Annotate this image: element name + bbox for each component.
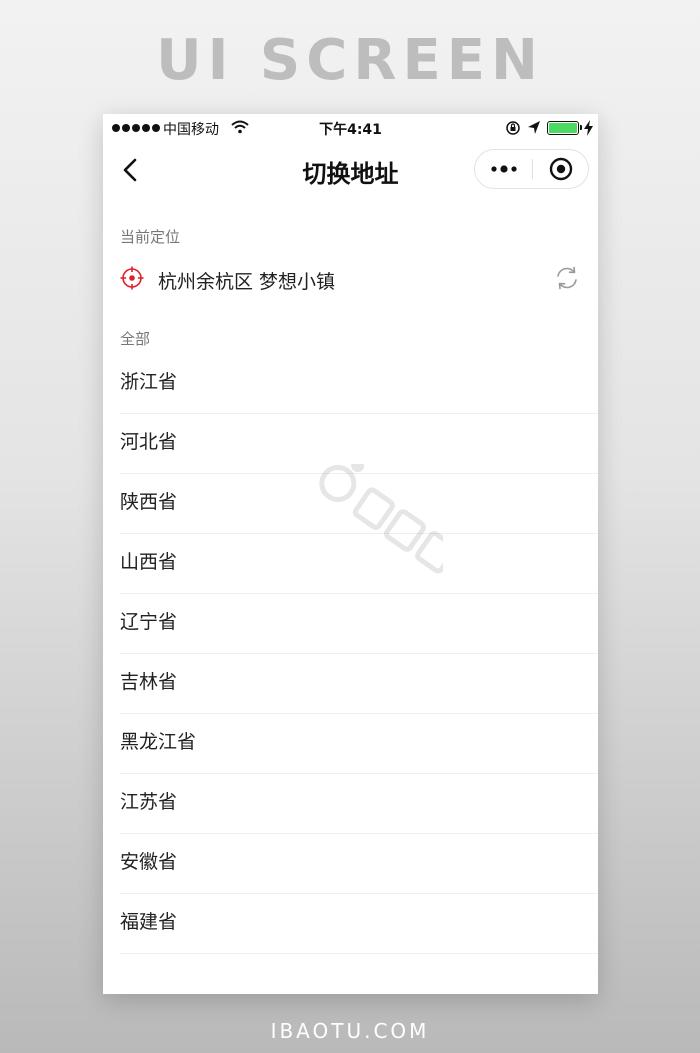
- refresh-location-button[interactable]: [553, 264, 581, 292]
- target-close-icon: [549, 157, 573, 181]
- current-location-label: 当前定位: [120, 228, 181, 246]
- province-name: 河北省: [120, 431, 178, 453]
- province-name: 山西省: [120, 551, 178, 573]
- charging-icon: [584, 120, 593, 136]
- province-name: 陕西省: [120, 491, 178, 513]
- province-item[interactable]: 辽宁省: [120, 594, 598, 654]
- province-item[interactable]: 江苏省: [120, 774, 598, 834]
- phone-screen: 中国移动 下午4:41 切换地址 当前定位 杭州余杭区 梦想小镇 全部 浙江省 …: [103, 114, 598, 994]
- province-item[interactable]: 安徽省: [120, 834, 598, 894]
- province-item[interactable]: 河北省: [120, 414, 598, 474]
- back-button[interactable]: [115, 154, 147, 186]
- rotation-lock-icon: [506, 121, 520, 135]
- battery-icon: [547, 121, 582, 135]
- province-name: 辽宁省: [120, 611, 178, 633]
- province-list: 浙江省 河北省 陕西省 山西省 辽宁省 吉林省 黑龙江省 江苏省 安徽省 福建省: [103, 354, 598, 954]
- province-item[interactable]: 陕西省: [120, 474, 598, 534]
- poster-footer: IBAOTU.COM: [270, 1019, 430, 1043]
- refresh-icon: [557, 266, 577, 290]
- poster-title: UI SCREEN: [156, 28, 544, 93]
- location-arrow-icon: [528, 121, 540, 134]
- province-name: 浙江省: [120, 371, 178, 393]
- crosshair-icon: [120, 266, 144, 290]
- more-dots-icon: [490, 165, 517, 173]
- status-bar: 中国移动 下午4:41: [103, 114, 598, 142]
- mini-program-capsule: [474, 149, 589, 189]
- province-name: 江苏省: [120, 791, 178, 813]
- current-location-text: 杭州余杭区 梦想小镇: [158, 271, 336, 293]
- province-name: 黑龙江省: [120, 731, 197, 753]
- current-location-row[interactable]: 杭州余杭区 梦想小镇: [103, 258, 598, 298]
- province-name: 安徽省: [120, 851, 178, 873]
- chevron-left-icon: [123, 158, 137, 182]
- province-item[interactable]: 福建省: [120, 894, 598, 954]
- province-item[interactable]: 浙江省: [120, 354, 598, 414]
- close-button[interactable]: [533, 150, 589, 188]
- province-item[interactable]: 山西省: [120, 534, 598, 594]
- more-button[interactable]: [475, 150, 532, 188]
- province-item[interactable]: 吉林省: [120, 654, 598, 714]
- province-item[interactable]: 黑龙江省: [120, 714, 598, 774]
- status-time: 下午4:41: [319, 122, 382, 138]
- all-label: 全部: [120, 330, 151, 348]
- nav-bar: 切换地址: [103, 142, 598, 198]
- province-name: 福建省: [120, 911, 178, 933]
- province-name: 吉林省: [120, 671, 178, 693]
